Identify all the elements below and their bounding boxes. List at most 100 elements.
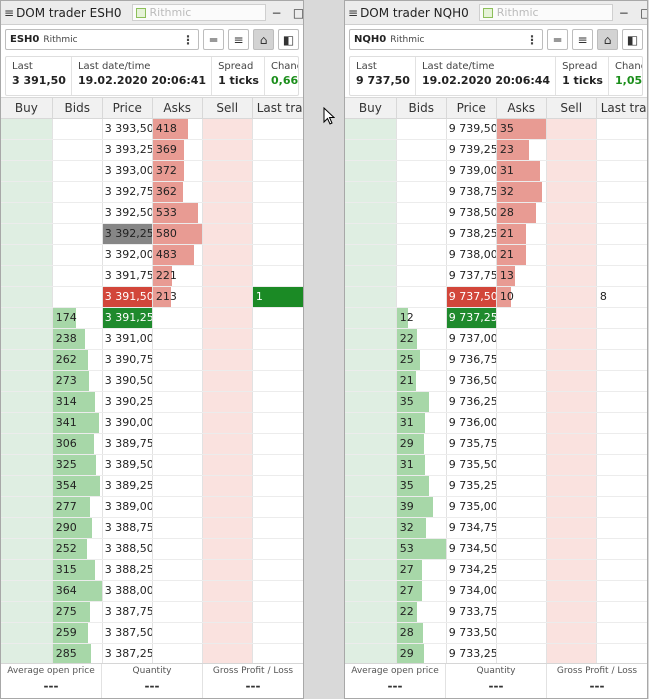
price-cell[interactable]: 3 391,25 bbox=[102, 308, 153, 328]
price-cell[interactable]: 9 737,75 bbox=[447, 266, 497, 286]
price-cell[interactable]: 9 736,75 bbox=[447, 350, 497, 370]
sell-cell[interactable] bbox=[546, 161, 597, 181]
bid-cell[interactable] bbox=[53, 182, 103, 202]
price-cell[interactable]: 3 390,00 bbox=[103, 413, 153, 433]
ask-cell[interactable] bbox=[497, 413, 547, 433]
buy-cell[interactable] bbox=[345, 455, 397, 475]
ask-cell[interactable]: 23 bbox=[496, 140, 547, 160]
price-cell[interactable]: 9 736,00 bbox=[447, 413, 497, 433]
bid-cell[interactable] bbox=[53, 119, 103, 139]
price-cell[interactable]: 3 389,00 bbox=[103, 497, 153, 517]
column-header[interactable]: Buy bbox=[1, 98, 53, 118]
buy-cell[interactable] bbox=[345, 581, 397, 601]
more-options-icon[interactable]: ⋮ bbox=[182, 33, 194, 47]
column-header[interactable]: Price bbox=[447, 98, 497, 118]
lock-button[interactable]: ⌂ bbox=[253, 29, 274, 50]
sell-cell[interactable] bbox=[202, 581, 253, 601]
bid-cell[interactable]: 39 bbox=[396, 497, 447, 517]
ask-cell[interactable] bbox=[153, 497, 203, 517]
sell-cell[interactable] bbox=[546, 560, 597, 580]
bid-cell[interactable]: 27 bbox=[396, 560, 447, 580]
price-cell[interactable]: 3 390,75 bbox=[103, 350, 153, 370]
bid-cell[interactable]: 28 bbox=[396, 623, 447, 643]
buy-cell[interactable] bbox=[345, 476, 397, 496]
price-cell[interactable]: 9 736,25 bbox=[447, 392, 497, 412]
buy-cell[interactable] bbox=[345, 518, 397, 538]
buy-cell[interactable] bbox=[1, 560, 53, 580]
price-cell[interactable]: 3 392,75 bbox=[103, 182, 153, 202]
ask-cell[interactable]: 483 bbox=[152, 245, 203, 265]
ask-cell[interactable] bbox=[497, 560, 547, 580]
bid-cell[interactable]: 252 bbox=[52, 539, 103, 559]
price-cell[interactable]: 9 736,50 bbox=[447, 371, 497, 391]
price-cell[interactable]: 3 388,75 bbox=[103, 518, 153, 538]
bid-cell[interactable]: 22 bbox=[396, 329, 447, 349]
buy-cell[interactable] bbox=[345, 287, 397, 307]
price-cell[interactable]: 9 737,00 bbox=[447, 329, 497, 349]
bid-cell[interactable] bbox=[397, 266, 447, 286]
buy-cell[interactable] bbox=[345, 644, 397, 663]
sell-cell[interactable] bbox=[546, 329, 597, 349]
price-cell[interactable]: 9 737,50 bbox=[446, 287, 497, 307]
buy-cell[interactable] bbox=[1, 497, 53, 517]
buy-cell[interactable] bbox=[345, 119, 397, 139]
price-cell[interactable]: 3 390,50 bbox=[103, 371, 153, 391]
buy-cell[interactable] bbox=[1, 434, 53, 454]
buy-cell[interactable] bbox=[1, 308, 53, 328]
ask-cell[interactable] bbox=[153, 581, 203, 601]
sell-cell[interactable] bbox=[202, 308, 253, 328]
ask-cell[interactable]: 32 bbox=[496, 182, 547, 202]
price-cell[interactable]: 3 393,50 bbox=[103, 119, 153, 139]
sell-cell[interactable] bbox=[202, 518, 253, 538]
ask-cell[interactable] bbox=[153, 455, 203, 475]
ask-cell[interactable]: 21 bbox=[496, 224, 547, 244]
column-header[interactable]: Last trade bbox=[253, 98, 303, 118]
buy-cell[interactable] bbox=[1, 266, 53, 286]
sell-cell[interactable] bbox=[546, 308, 597, 328]
ask-cell[interactable]: 221 bbox=[152, 266, 203, 286]
center-price-button[interactable]: ═ bbox=[547, 29, 568, 50]
sell-cell[interactable] bbox=[202, 392, 253, 412]
more-options-icon[interactable]: ⋮ bbox=[526, 33, 538, 47]
sell-cell[interactable] bbox=[202, 602, 253, 622]
sell-cell[interactable] bbox=[202, 560, 253, 580]
sell-cell[interactable] bbox=[546, 497, 597, 517]
bid-cell[interactable] bbox=[397, 161, 447, 181]
bid-cell[interactable] bbox=[53, 224, 103, 244]
ask-cell[interactable]: 533 bbox=[152, 203, 203, 223]
price-cell[interactable]: 9 739,50 bbox=[447, 119, 497, 139]
ask-cell[interactable] bbox=[153, 392, 203, 412]
column-header[interactable]: Asks bbox=[497, 98, 547, 118]
ask-cell[interactable] bbox=[153, 413, 203, 433]
buy-cell[interactable] bbox=[345, 329, 397, 349]
bid-cell[interactable] bbox=[53, 161, 103, 181]
ask-cell[interactable] bbox=[153, 602, 203, 622]
hamburger-menu-icon[interactable]: ≡ bbox=[4, 6, 14, 20]
sell-cell[interactable] bbox=[546, 539, 597, 559]
sell-cell[interactable] bbox=[546, 287, 597, 307]
buy-cell[interactable] bbox=[1, 581, 53, 601]
bid-cell[interactable] bbox=[53, 140, 103, 160]
bid-cell[interactable]: 25 bbox=[396, 350, 447, 370]
sell-cell[interactable] bbox=[202, 413, 253, 433]
price-cell[interactable]: 9 735,25 bbox=[447, 476, 497, 496]
ask-cell[interactable] bbox=[153, 371, 203, 391]
bid-cell[interactable]: 259 bbox=[52, 623, 103, 643]
buy-cell[interactable] bbox=[345, 539, 397, 559]
bid-cell[interactable]: 21 bbox=[396, 371, 447, 391]
bid-cell[interactable]: 341 bbox=[52, 413, 103, 433]
ask-cell[interactable]: 35 bbox=[496, 119, 547, 139]
price-cell[interactable]: 9 738,50 bbox=[447, 203, 497, 223]
bid-cell[interactable]: 306 bbox=[52, 434, 103, 454]
price-cell[interactable]: 3 388,25 bbox=[103, 560, 153, 580]
buy-cell[interactable] bbox=[345, 266, 397, 286]
bid-cell[interactable]: 29 bbox=[396, 434, 447, 454]
price-cell[interactable]: 9 734,25 bbox=[447, 560, 497, 580]
bid-cell[interactable] bbox=[397, 224, 447, 244]
buy-cell[interactable] bbox=[1, 350, 53, 370]
bid-cell[interactable] bbox=[397, 140, 447, 160]
price-cell[interactable]: 3 392,00 bbox=[103, 245, 153, 265]
center-price-button[interactable]: ═ bbox=[203, 29, 224, 50]
buy-cell[interactable] bbox=[1, 371, 53, 391]
column-header[interactable]: Last trade bbox=[597, 98, 647, 118]
